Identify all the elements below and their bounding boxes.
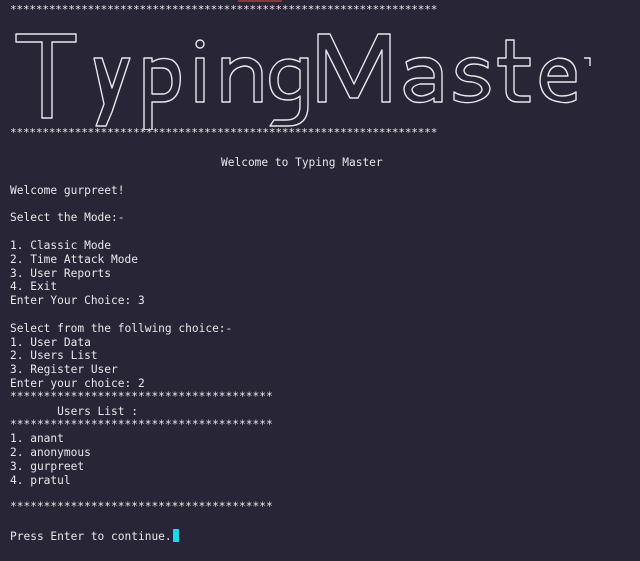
art-letter-e	[539, 57, 577, 104]
art-letter-m	[317, 33, 391, 103]
mode-option-exit: 4. Exit	[10, 280, 58, 293]
art-letter-t	[15, 33, 77, 119]
art-letter-i	[195, 57, 205, 103]
welcome-heading: Welcome to Typing Master	[221, 156, 383, 169]
mode-option-classic: 1. Classic Mode	[10, 239, 112, 252]
greeting-text: Welcome gurpreet!	[10, 184, 125, 197]
users-list-heading: Users List :	[10, 405, 138, 418]
banner-top-border: ****************************************…	[10, 3, 438, 16]
mode-prompt: Select the Mode:-	[10, 211, 125, 224]
user-list-item: 3. gurpreet	[10, 460, 85, 473]
report-option-users-list: 2. Users List	[10, 349, 98, 362]
art-letter-r	[584, 57, 591, 66]
continue-prompt: Press Enter to continue.	[10, 530, 172, 543]
report-prompt: Select from the follwing choice:-	[10, 322, 233, 335]
users-list-top-divider: ***************************************	[10, 390, 273, 403]
window-accent	[238, 0, 282, 2]
terminal-cursor	[172, 529, 179, 542]
users-list-bottom-divider: ***************************************	[10, 500, 273, 513]
art-letter-y	[93, 57, 131, 127]
report-option-user-data: 1. User Data	[10, 336, 91, 349]
art-dot-i	[195, 39, 205, 49]
report-choice-input: Enter your choice: 2	[10, 377, 145, 390]
mode-option-user-reports: 3. User Reports	[10, 267, 112, 280]
banner-bottom-border: ****************************************…	[10, 126, 438, 139]
users-list-header-divider: ***************************************	[10, 418, 273, 431]
art-letter-s	[453, 56, 491, 104]
art-letter-p	[143, 57, 182, 131]
mode-option-time-attack: 2. Time Attack Mode	[10, 253, 138, 266]
banner-title-art	[15, 33, 591, 131]
art-letter-a	[403, 56, 443, 104]
art-letter-t-small	[497, 39, 531, 103]
banner-ascii-art	[12, 26, 592, 131]
mode-choice-input: Enter Your Choice: 3	[10, 294, 145, 307]
terminal-window[interactable]: *************************************** *…	[0, 0, 640, 561]
art-letter-g	[268, 57, 309, 127]
art-letter-n	[221, 56, 263, 103]
report-option-register-user: 3. Register User	[10, 363, 118, 376]
user-list-item: 2. anonymous	[10, 446, 91, 459]
continue-prompt-line[interactable]: Press Enter to continue.	[10, 529, 179, 544]
user-list-item: 1. anant	[10, 432, 64, 445]
user-list-item: 4. pratul	[10, 474, 71, 487]
